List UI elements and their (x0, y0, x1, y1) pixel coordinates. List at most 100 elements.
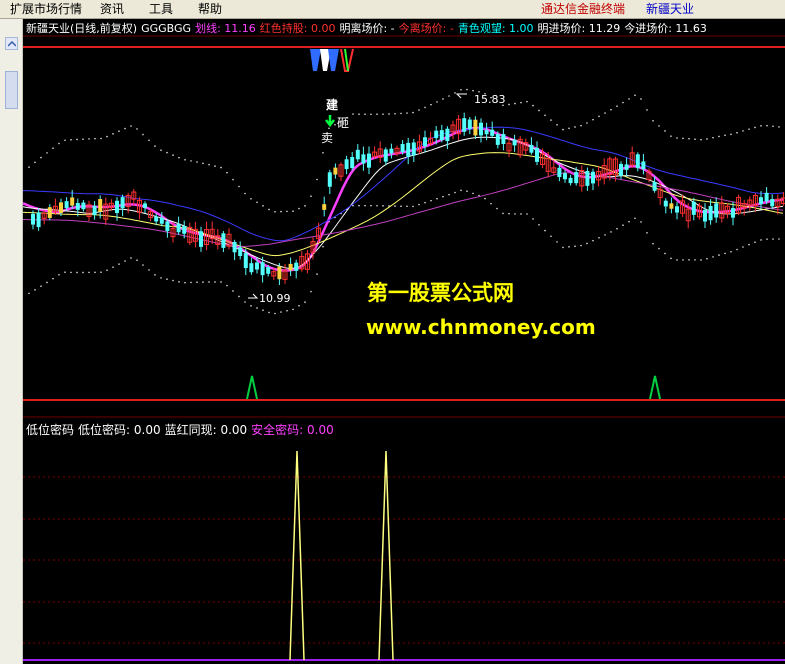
band-dot (742, 130, 744, 132)
band-dot (112, 133, 114, 135)
band-dot (706, 138, 708, 140)
band-dot (202, 162, 204, 165)
band-dot (298, 207, 300, 210)
band-dot (46, 281, 48, 284)
band-dot (526, 100, 528, 103)
band-dot (292, 210, 294, 212)
watermark-title: 第一股票公式网 (367, 281, 514, 305)
band-dot (442, 195, 444, 198)
candle-body (563, 173, 567, 180)
brand-title: 通达信金融终端 (541, 2, 626, 16)
band-dot (286, 210, 288, 213)
band-dot (520, 101, 522, 104)
band-dot (664, 130, 666, 132)
band-dot (322, 245, 324, 248)
candle-body (406, 142, 411, 157)
scroll-up-button[interactable] (5, 37, 18, 50)
band-dot (88, 271, 90, 274)
band-dot (718, 254, 720, 256)
band-dot (652, 120, 654, 122)
signal-smash-label: 砸 (337, 116, 349, 130)
candle-body (294, 262, 299, 271)
band-dot (166, 151, 168, 154)
band-dot (694, 259, 696, 261)
band-dot (388, 113, 390, 115)
band-dot (94, 137, 96, 140)
menu-item-market[interactable]: 扩展市场行情 (8, 0, 84, 18)
legend-formula-name[interactable]: GGGBGG (141, 22, 191, 35)
band-dot (214, 281, 216, 283)
band-dot (742, 246, 744, 248)
band-dot (226, 171, 228, 174)
band-dot (454, 191, 456, 194)
band-dot (208, 281, 210, 283)
band-dot (298, 304, 300, 307)
band-dot (568, 246, 570, 248)
band-dot (256, 201, 258, 204)
band-dot (244, 192, 246, 195)
band-dot (52, 147, 54, 149)
legend-item: 明离场价: - (339, 22, 395, 35)
band-dot (136, 259, 138, 261)
band-dot (286, 309, 288, 312)
band-dot (370, 204, 372, 207)
candle-body (439, 130, 444, 141)
candle-body (770, 199, 775, 207)
band-dot (778, 126, 780, 128)
candle-body (389, 148, 394, 154)
band-dot (292, 308, 294, 311)
band-dot (130, 257, 132, 259)
sub-legend: 低位密码 低位密码: 0.00 蓝红同现: 0.00 安全密码: 0.00 (26, 423, 338, 437)
candle-body (462, 118, 467, 132)
vertical-scrollbar[interactable] (0, 19, 23, 664)
band-dot (466, 88, 468, 91)
chart-area[interactable]: 15.83 10.99 建 砸 卖 新疆天业(日线,前复权) GGGBGG 划线: … (23, 19, 785, 664)
band-dot (568, 127, 570, 130)
candle-body (400, 143, 405, 152)
band-dot (562, 128, 564, 131)
band-dot (466, 190, 468, 192)
band-dot (484, 197, 486, 200)
band-dot (688, 137, 690, 140)
band-dot (304, 205, 306, 207)
menu-item-help[interactable]: 帮助 (196, 0, 224, 18)
band-dot (730, 250, 732, 253)
candle-body (47, 207, 52, 218)
band-dot (586, 122, 588, 124)
legend-item: 青色观望: 1.00 (457, 22, 534, 35)
band-dot (538, 109, 540, 112)
band-dot (196, 281, 198, 284)
scroll-thumb[interactable] (5, 71, 18, 109)
band-dot (238, 295, 240, 298)
band-dot (688, 259, 690, 261)
band-dot (514, 213, 516, 215)
menu-item-tools[interactable]: 工具 (147, 0, 175, 18)
band-dot (214, 165, 216, 167)
band-dot (520, 213, 522, 215)
band-dot (184, 158, 186, 161)
band-dot (160, 149, 162, 152)
candle-body (383, 149, 388, 162)
menu-item-news[interactable]: 资讯 (98, 0, 126, 18)
candle-body (675, 206, 679, 213)
band-dot (700, 138, 702, 141)
candle-body (243, 253, 248, 269)
band-dot (634, 217, 636, 220)
buy-signal-icon (246, 375, 258, 400)
candle-body (663, 200, 668, 207)
band-dot (604, 112, 606, 114)
candle-body (490, 129, 495, 136)
chevron-up-icon (8, 41, 16, 47)
high-label: 15.83 (474, 93, 506, 106)
band-dot (766, 238, 768, 240)
band-dot (130, 125, 132, 127)
band-dot (184, 281, 186, 284)
band-dot (706, 257, 708, 260)
band-dot (172, 279, 174, 282)
band-dot (82, 138, 84, 140)
band-dot (238, 185, 240, 188)
band-dot (490, 202, 492, 205)
sub-legend-name[interactable]: 低位密码 (26, 423, 74, 437)
candle-body (115, 200, 119, 214)
candle-body (182, 226, 187, 234)
